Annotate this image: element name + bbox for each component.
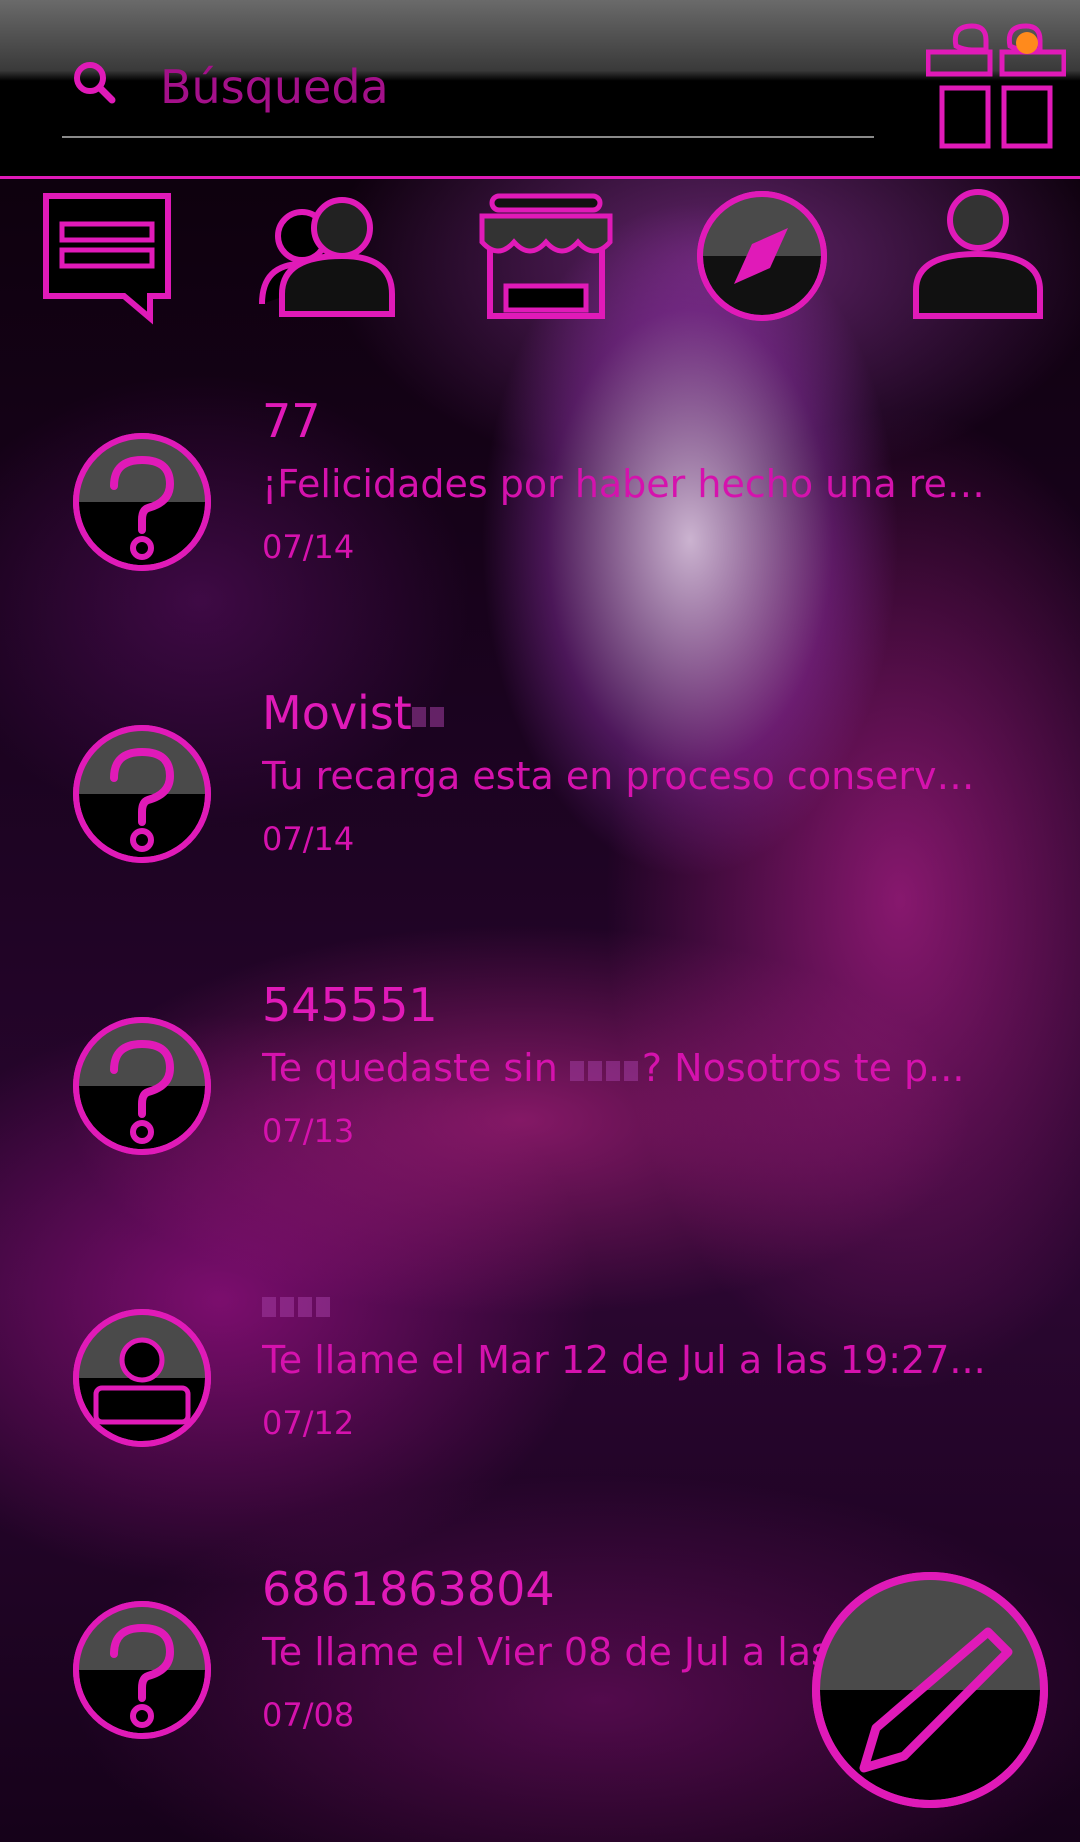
redacted-text — [298, 1296, 312, 1317]
contact-person-icon — [73, 1309, 211, 1447]
search-input[interactable] — [158, 54, 842, 120]
message-snippet: ¡Felicidades por haber hecho una rec... — [262, 462, 992, 506]
tab-bar — [0, 180, 1080, 330]
redacted-text — [569, 1060, 584, 1081]
compose-button[interactable] — [806, 1566, 1054, 1814]
notification-badge — [1016, 32, 1038, 54]
redacted-text — [429, 706, 444, 727]
profile-icon[interactable] — [908, 186, 1048, 326]
redacted-text — [262, 1296, 276, 1317]
message-date: 07/12 — [262, 1404, 355, 1442]
message-snippet: Te llame el Mar 12 de Jul a las 19:27... — [262, 1338, 986, 1382]
conversation-item[interactable]: Te llame el Mar 12 de Jul a las 19:27...… — [0, 1246, 1080, 1496]
gift-apps-icon[interactable] — [926, 12, 1066, 152]
search-bar[interactable] — [62, 44, 874, 138]
unknown-contact-icon — [73, 725, 211, 863]
contact-name: Movist — [262, 686, 448, 740]
message-icon[interactable] — [38, 186, 178, 326]
store-icon[interactable] — [476, 186, 616, 326]
compass-icon[interactable] — [692, 186, 832, 326]
search-icon — [74, 62, 116, 104]
redacted-text — [411, 706, 426, 727]
conversation-item[interactable]: 77 ¡Felicidades por haber hecho una rec.… — [0, 370, 1080, 620]
message-snippet: Tu recarga esta en proceso conserva... — [262, 754, 992, 798]
message-snippet: Te quedaste sin ? Nosotros te p... — [262, 1046, 965, 1090]
message-date: 07/14 — [262, 528, 355, 566]
contact-name: 545551 — [262, 978, 438, 1032]
contact-name: 77 — [262, 394, 321, 448]
unknown-contact-icon — [73, 433, 211, 571]
unknown-contact-icon — [73, 1017, 211, 1155]
redacted-text — [605, 1060, 620, 1081]
redacted-text — [587, 1060, 602, 1081]
top-bar — [0, 0, 1080, 179]
message-date: 07/14 — [262, 820, 355, 858]
message-date: 07/08 — [262, 1696, 355, 1734]
contacts-icon[interactable] — [256, 186, 396, 326]
unknown-contact-icon — [73, 1601, 211, 1739]
contact-name: 6861863804 — [262, 1562, 555, 1616]
redacted-text — [280, 1296, 294, 1317]
redacted-text — [623, 1060, 638, 1081]
conversation-item[interactable]: 545551 Te quedaste sin ? Nosotros te p..… — [0, 954, 1080, 1204]
conversation-item[interactable]: Movist Tu recarga esta en proceso conser… — [0, 662, 1080, 912]
message-date: 07/13 — [262, 1112, 355, 1150]
contact-name — [262, 1276, 334, 1330]
redacted-text — [316, 1296, 330, 1317]
